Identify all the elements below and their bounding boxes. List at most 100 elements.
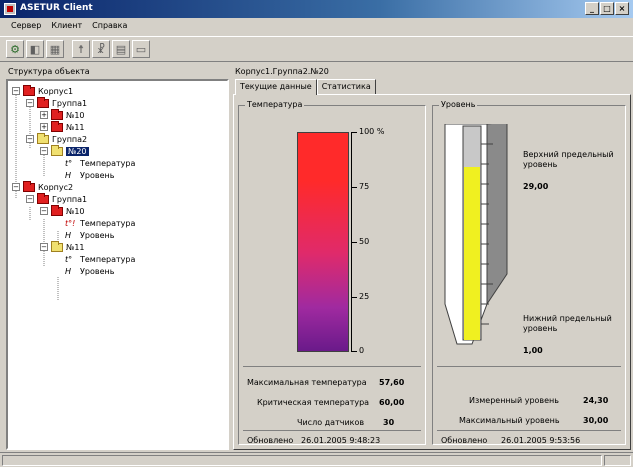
scale-label-0: 0 bbox=[359, 346, 365, 355]
tree-expander[interactable]: + bbox=[40, 111, 48, 119]
building-icon bbox=[23, 84, 35, 96]
maximize-button[interactable]: □ bbox=[600, 2, 614, 15]
minimize-button[interactable]: _ bbox=[585, 2, 599, 15]
menu-client[interactable]: Клиент bbox=[46, 19, 87, 34]
max-temperature-value: 57,60 bbox=[379, 378, 405, 387]
close-button[interactable]: × bbox=[615, 2, 629, 15]
critical-temperature-value: 60,00 bbox=[379, 398, 405, 407]
level-icon: H bbox=[65, 266, 72, 276]
breadcrumb: Корпус1.Группа2.№20 bbox=[235, 67, 329, 76]
tree-node-label: Корпус1 bbox=[38, 86, 74, 96]
tree-expander[interactable]: − bbox=[40, 147, 48, 155]
thermometer-icon: t° bbox=[65, 254, 73, 264]
tree-node[interactable]: + №11 bbox=[40, 120, 85, 133]
building-icon bbox=[51, 120, 63, 132]
lower-limit-value: 1,00 bbox=[523, 346, 543, 355]
max-level-value: 30,00 bbox=[583, 416, 609, 425]
grid-icon[interactable]: ▦ bbox=[46, 40, 64, 58]
status-pane bbox=[2, 455, 602, 466]
tank-diagram bbox=[444, 124, 508, 345]
level-group: Уровень Верхний предельный уровень 29,00… bbox=[432, 100, 626, 445]
tree-node-label: Группа2 bbox=[52, 134, 88, 144]
measured-level-label: Измеренный уровень bbox=[469, 396, 560, 405]
temperature-updated-value: 26.01.2005 9:48:23 bbox=[301, 436, 381, 445]
temperature-group-title: Температура bbox=[245, 100, 305, 109]
tree-node[interactable]: H Уровень bbox=[54, 229, 114, 241]
tree-expander[interactable]: − bbox=[12, 183, 20, 191]
tree-node[interactable]: − Корпус1 bbox=[12, 84, 74, 97]
tree-node[interactable]: t°! Температура bbox=[54, 217, 135, 229]
menu-help[interactable]: Справка bbox=[87, 19, 132, 34]
folder-icon bbox=[37, 132, 49, 144]
status-pane-grip bbox=[604, 455, 631, 466]
tree-node[interactable]: + №10 bbox=[40, 108, 85, 121]
level-updated-value: 26.01.2005 9:53:56 bbox=[501, 436, 581, 445]
scale-tick bbox=[351, 297, 357, 298]
tree-node[interactable]: t° Температура bbox=[54, 253, 135, 265]
tree-node-label: Уровень bbox=[80, 170, 115, 180]
divider bbox=[243, 366, 421, 367]
tree-expander[interactable]: − bbox=[26, 99, 34, 107]
tree-node[interactable]: H Уровень bbox=[54, 265, 114, 277]
object-tree[interactable]: − Корпус1− Группа1 + №10 + №11− Группа2− №20 t° Те… bbox=[6, 79, 229, 450]
print-icon[interactable]: ▭ bbox=[132, 40, 150, 58]
level-icon: H bbox=[65, 170, 72, 180]
panel-caption: Структура объекта bbox=[6, 66, 229, 78]
sensor-count-value: 30 bbox=[383, 418, 395, 427]
critical-temperature-label: Критическая температура bbox=[257, 398, 370, 407]
tree-node[interactable]: − Группа1 bbox=[26, 192, 88, 205]
tree-expander[interactable]: + bbox=[40, 123, 48, 131]
measured-level-value: 24,30 bbox=[583, 396, 609, 405]
walk-icon[interactable]: ☧ bbox=[92, 40, 110, 58]
tree-expander[interactable]: − bbox=[40, 243, 48, 251]
building-icon bbox=[51, 108, 63, 120]
folder-icon bbox=[51, 240, 63, 252]
tree-node-label: №20 bbox=[66, 146, 89, 156]
upper-limit-label: Верхний предельный уровень bbox=[523, 150, 614, 169]
tree-node[interactable]: − Корпус2 bbox=[12, 180, 74, 193]
divider bbox=[437, 430, 621, 431]
tab-current-data[interactable]: Текущие данные bbox=[235, 79, 317, 95]
tree-node-label: Корпус2 bbox=[38, 182, 74, 192]
tree-node-label: Температура bbox=[80, 218, 136, 228]
temperature-updated-label: Обновлено bbox=[247, 436, 294, 445]
tree-node[interactable]: t° Температура bbox=[54, 157, 135, 169]
details-panel: Корпус1.Группа2.№20 Текущие данные Стати… bbox=[233, 66, 631, 450]
temperature-group: Температура 100 % 75 50 25 0 Максимальна… bbox=[238, 100, 426, 445]
tree-node[interactable]: − Группа2 bbox=[26, 132, 88, 145]
divider bbox=[243, 430, 421, 431]
scale-label-100: 100 % bbox=[359, 127, 385, 136]
list-icon[interactable]: ▤ bbox=[112, 40, 130, 58]
tree-node-label: №10 bbox=[66, 110, 85, 120]
level-fill bbox=[464, 167, 480, 340]
tree-expander[interactable]: − bbox=[26, 195, 34, 203]
building-icon bbox=[37, 192, 49, 204]
disconnect-icon[interactable]: ◧ bbox=[26, 40, 44, 58]
folder-icon bbox=[51, 144, 63, 156]
tree-node[interactable]: − Группа1 bbox=[26, 96, 87, 109]
run-icon[interactable]: ☨ bbox=[72, 40, 90, 58]
scale-tick bbox=[351, 351, 357, 352]
tree-node-label: Группа1 bbox=[52, 194, 88, 204]
tab-body: Температура 100 % 75 50 25 0 Максимальна… bbox=[233, 94, 631, 450]
connect-icon[interactable]: ⚙ bbox=[6, 40, 24, 58]
tree-node[interactable]: − №10 bbox=[40, 204, 85, 217]
tree-expander[interactable]: − bbox=[40, 207, 48, 215]
scale-tick bbox=[351, 132, 357, 133]
tree-node-label: №11 bbox=[66, 122, 85, 132]
tree-expander[interactable]: − bbox=[12, 87, 20, 95]
tree-node-label: Температура bbox=[80, 158, 136, 168]
status-bar bbox=[0, 452, 633, 467]
max-level-label: Максимальный уровень bbox=[459, 416, 560, 425]
level-updated-label: Обновлено bbox=[441, 436, 488, 445]
tree-expander[interactable]: − bbox=[26, 135, 34, 143]
tree-node[interactable]: H Уровень bbox=[54, 169, 114, 181]
tree-node-label: Температура bbox=[80, 254, 136, 264]
menu-server[interactable]: Сервер bbox=[6, 19, 46, 34]
tab-statistics[interactable]: Статистика bbox=[316, 79, 376, 94]
tree-node[interactable]: − №11 bbox=[40, 240, 85, 253]
thermometer-icon: t°! bbox=[65, 218, 76, 228]
tree-node[interactable]: − №20 bbox=[40, 144, 89, 157]
building-icon bbox=[37, 96, 49, 108]
level-group-title: Уровень bbox=[439, 100, 478, 109]
